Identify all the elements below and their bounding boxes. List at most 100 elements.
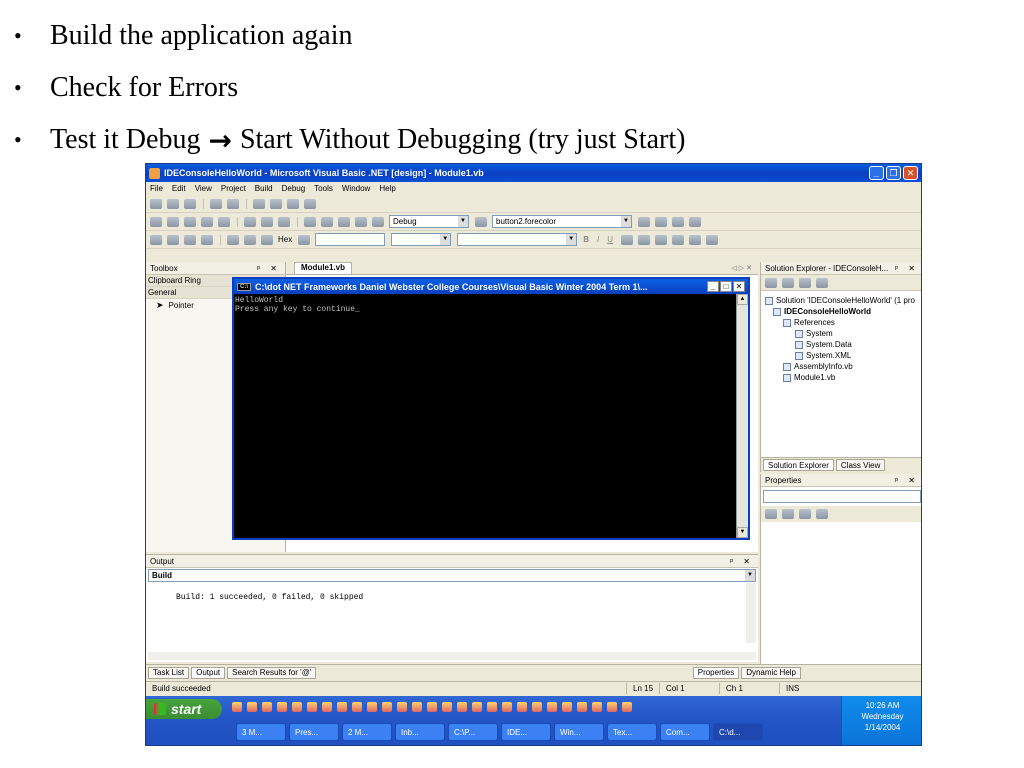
navigate-icon[interactable]	[355, 216, 367, 227]
quick-launch-icon[interactable]	[262, 702, 272, 712]
underline-icon[interactable]: U	[607, 235, 613, 244]
menu-file[interactable]: File	[150, 184, 163, 193]
align-icon[interactable]	[184, 198, 196, 209]
hex-label[interactable]: Hex	[278, 235, 292, 244]
new-project-icon[interactable]	[150, 216, 162, 227]
tree-item-reference[interactable]: System.XML	[765, 350, 921, 361]
start-button[interactable]: start	[146, 699, 222, 719]
bookmark-icon[interactable]	[287, 198, 299, 209]
tab-solution-explorer[interactable]: Solution Explorer	[763, 459, 834, 471]
align-left-icon[interactable]	[638, 234, 651, 245]
quick-launch-icon[interactable]	[487, 702, 497, 712]
console-close-button[interactable]: ✕	[733, 281, 745, 292]
tree-item-reference[interactable]: System	[765, 328, 921, 339]
quick-launch-icon[interactable]	[592, 702, 602, 712]
menu-build[interactable]: Build	[255, 184, 273, 193]
menu-window[interactable]: Window	[342, 184, 370, 193]
quick-launch-icon[interactable]	[607, 702, 617, 712]
quick-launch-icon[interactable]	[547, 702, 557, 712]
taskbar-task[interactable]: Com...	[660, 723, 710, 741]
font-color-icon[interactable]	[621, 234, 634, 245]
style-combo[interactable]: ▼	[457, 233, 578, 246]
quick-launch-icon[interactable]	[292, 702, 302, 712]
tree-item-project[interactable]: IDEConsoleHelloWorld	[765, 306, 921, 317]
taskbar-task[interactable]: C:\P...	[448, 723, 498, 741]
quick-launch-icon[interactable]	[412, 702, 422, 712]
save-icon[interactable]	[201, 216, 213, 227]
view-code-icon[interactable]	[765, 277, 777, 288]
paste-icon[interactable]	[278, 216, 290, 227]
close-button[interactable]: ✕	[903, 166, 918, 180]
copy-icon[interactable]	[261, 216, 273, 227]
breakpoints-icon[interactable]	[298, 234, 311, 245]
pin-icon[interactable]: ᵖ ✕	[730, 557, 754, 566]
start-icon[interactable]	[372, 216, 384, 227]
tree-item-solution[interactable]: Solution 'IDEConsoleHelloWorld' (1 pro	[765, 295, 921, 306]
console-maximize-button[interactable]: □	[720, 281, 732, 292]
quick-launch-icon[interactable]	[352, 702, 362, 712]
step-out-icon[interactable]	[261, 234, 273, 245]
find-icon[interactable]	[475, 216, 487, 227]
menu-help[interactable]: Help	[379, 184, 395, 193]
open-icon[interactable]	[184, 216, 196, 227]
tab-search-results[interactable]: Search Results for '@'	[227, 666, 317, 679]
console-scrollbar[interactable]: ▲ ▼	[736, 294, 748, 538]
tab-class-view[interactable]: Class View	[835, 459, 886, 471]
solution-explorer-icon[interactable]	[638, 216, 650, 227]
outdent-icon[interactable]	[227, 198, 239, 209]
property-pages-icon[interactable]	[816, 509, 828, 519]
toolbox-icon[interactable]	[672, 216, 684, 227]
tree-item-reference[interactable]: System.Data	[765, 339, 921, 350]
continue-icon[interactable]	[150, 234, 162, 245]
font-combo[interactable]	[315, 233, 386, 246]
tab-dynamic-help[interactable]: Dynamic Help	[741, 666, 801, 679]
uncomment-icon[interactable]	[270, 198, 282, 209]
quick-launch-icon[interactable]	[472, 702, 482, 712]
maximize-button[interactable]: ❐	[886, 166, 901, 180]
comment-icon[interactable]	[253, 198, 265, 209]
menu-debug[interactable]: Debug	[282, 184, 306, 193]
quick-launch-icon[interactable]	[322, 702, 332, 712]
quick-launch-icon[interactable]	[502, 702, 512, 712]
taskbar-task-active[interactable]: C:\d...	[713, 723, 763, 741]
alphabetical-icon[interactable]	[782, 509, 794, 519]
console-minimize-button[interactable]: _	[707, 281, 719, 292]
redo-icon[interactable]	[321, 216, 333, 227]
step-over-icon[interactable]	[244, 234, 256, 245]
quick-launch-icon[interactable]	[307, 702, 317, 712]
properties-icon[interactable]	[816, 277, 828, 288]
categorized-icon[interactable]	[765, 509, 777, 519]
tab-nav-icon[interactable]: ◁ ▷ ✕	[731, 264, 752, 272]
bookmark-next-icon[interactable]	[304, 198, 316, 209]
quick-launch-icon[interactable]	[517, 702, 527, 712]
output-hscrollbar[interactable]	[148, 652, 756, 660]
output-source-combo[interactable]: Build ▼	[148, 569, 756, 582]
tree-item-references[interactable]: References	[765, 317, 921, 328]
navigate-icon[interactable]	[338, 216, 350, 227]
quick-launch-icon[interactable]	[337, 702, 347, 712]
pause-icon[interactable]	[167, 234, 179, 245]
indent-icon[interactable]	[210, 198, 222, 209]
quick-launch-icon[interactable]	[457, 702, 467, 712]
chevron-down-icon[interactable]: ▼	[745, 570, 755, 581]
align-center-icon[interactable]	[655, 234, 668, 245]
tab-module1[interactable]: Module1.vb	[294, 262, 353, 274]
solution-config-combo[interactable]: Debug ▼	[389, 215, 469, 228]
tab-task-list[interactable]: Task List	[148, 666, 190, 679]
pin-icon[interactable]: ᵖ ✕	[257, 264, 281, 273]
stop-icon[interactable]	[184, 234, 196, 245]
align-right-icon[interactable]	[672, 234, 685, 245]
show-all-files-icon[interactable]	[799, 277, 811, 288]
chevron-down-icon[interactable]: ▼	[566, 234, 577, 245]
minimize-button[interactable]: _	[869, 166, 884, 180]
chevron-down-icon[interactable]: ▼	[440, 234, 451, 245]
taskbar-task[interactable]: 3 M...	[236, 723, 286, 741]
properties-icon[interactable]	[799, 509, 811, 519]
output-scrollbar[interactable]	[746, 583, 756, 643]
tree-item-file[interactable]: AssemblyInfo.vb	[765, 361, 921, 372]
quick-launch-icon[interactable]	[577, 702, 587, 712]
refresh-icon[interactable]	[782, 277, 794, 288]
cut-icon[interactable]	[244, 216, 256, 227]
bullet-list-icon[interactable]	[706, 234, 719, 245]
taskbar-task[interactable]: 2 M...	[342, 723, 392, 741]
